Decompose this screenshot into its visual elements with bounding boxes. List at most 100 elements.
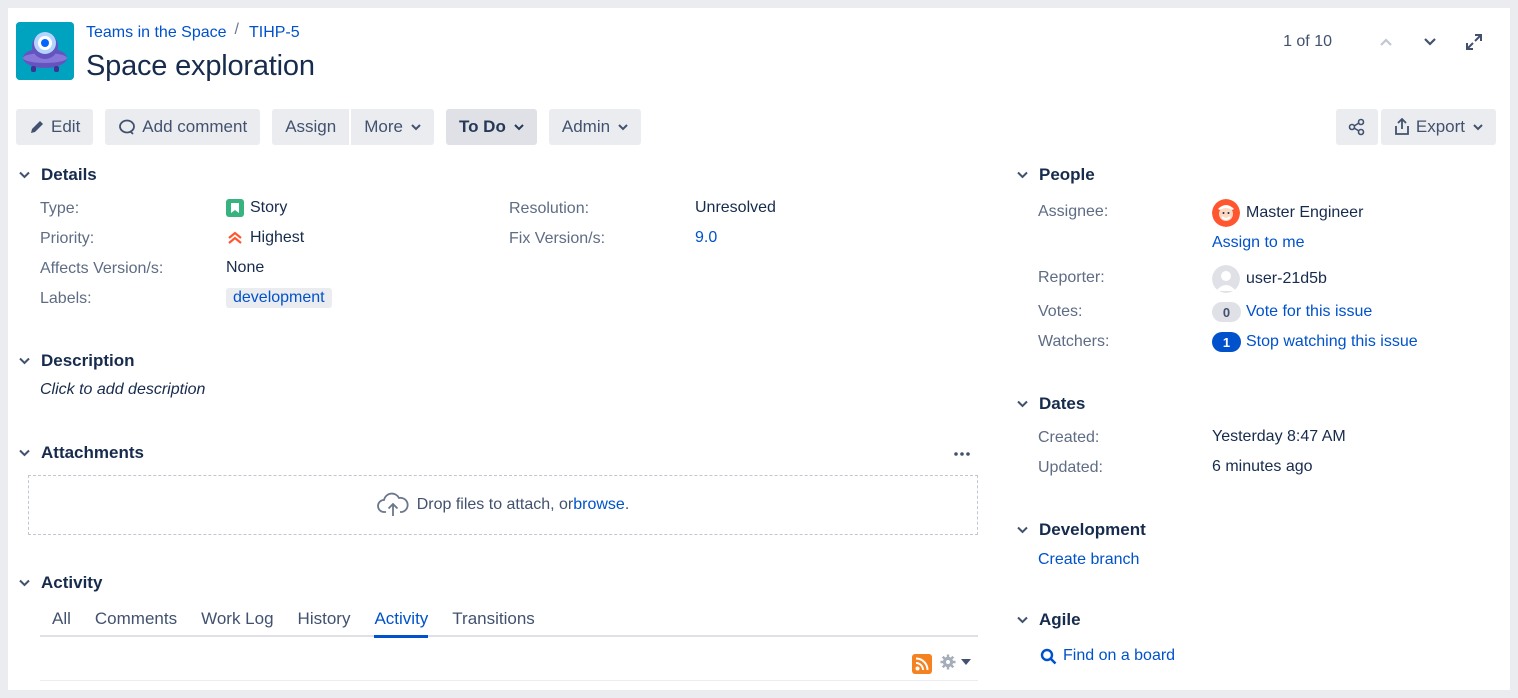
tab-comments[interactable]: Comments bbox=[95, 605, 177, 637]
people-section-toggle[interactable]: People bbox=[1014, 165, 1095, 185]
development-section-toggle[interactable]: Development bbox=[1014, 520, 1146, 540]
assignee-name: Master Engineer bbox=[1246, 204, 1364, 221]
more-button[interactable]: More bbox=[351, 109, 434, 145]
assign-button[interactable]: Assign bbox=[272, 109, 350, 145]
next-issue-button[interactable] bbox=[1414, 30, 1446, 54]
affects-version-value[interactable]: None bbox=[226, 259, 264, 277]
issue-pager: 1 of 10 bbox=[1283, 30, 1490, 54]
votes-value: 0 Vote for this issue bbox=[1212, 302, 1372, 322]
breadcrumb: Teams in the Space / TIHP-5 bbox=[86, 21, 300, 42]
priority-value[interactable]: Highest bbox=[226, 229, 304, 247]
fix-version-label: Fix Version/s: bbox=[509, 230, 606, 247]
updated-value: 6 minutes ago bbox=[1212, 458, 1313, 475]
type-value[interactable]: Story bbox=[226, 199, 287, 217]
tab-work-log[interactable]: Work Log bbox=[201, 605, 273, 637]
attachments-heading: Attachments bbox=[41, 443, 144, 462]
reporter-name: user-21d5b bbox=[1246, 270, 1327, 287]
type-value-text: Story bbox=[250, 199, 288, 216]
tab-history[interactable]: History bbox=[298, 605, 351, 637]
chevron-down-icon bbox=[16, 353, 32, 369]
description-section-toggle[interactable]: Description bbox=[16, 351, 135, 371]
breadcrumb-project-link[interactable]: Teams in the Space bbox=[86, 24, 227, 42]
reporter-value[interactable]: user-21d5b bbox=[1212, 265, 1327, 293]
status-button-label: To Do bbox=[458, 117, 506, 136]
attachments-section-toggle[interactable]: Attachments bbox=[16, 443, 144, 463]
rss-icon bbox=[912, 654, 932, 674]
add-comment-button[interactable]: Add comment bbox=[105, 109, 261, 145]
description-placeholder[interactable]: Click to add description bbox=[40, 381, 205, 399]
priority-label: Priority: bbox=[40, 230, 95, 247]
chevron-down-icon bbox=[1014, 612, 1030, 628]
assignee-avatar bbox=[1212, 199, 1240, 227]
label-tag-development[interactable]: development bbox=[226, 288, 332, 308]
browse-link[interactable]: browse bbox=[573, 496, 625, 514]
chevron-down-icon bbox=[16, 445, 32, 461]
admin-button[interactable]: Admin bbox=[548, 109, 642, 145]
votes-label: Votes: bbox=[1038, 303, 1083, 320]
expand-icon bbox=[1466, 34, 1482, 50]
admin-button-label: Admin bbox=[561, 117, 611, 136]
rss-feed-button[interactable] bbox=[912, 654, 932, 679]
activity-section-toggle[interactable]: Activity bbox=[16, 573, 102, 593]
people-heading: People bbox=[1039, 165, 1095, 184]
assignee-label: Assignee: bbox=[1038, 203, 1109, 220]
chevron-down-icon bbox=[514, 123, 524, 130]
drop-text-period: . bbox=[624, 496, 630, 513]
vote-for-issue-link[interactable]: Vote for this issue bbox=[1246, 303, 1372, 321]
priority-value-text: Highest bbox=[250, 229, 305, 246]
details-heading: Details bbox=[41, 165, 97, 184]
status-todo-button[interactable]: To Do bbox=[445, 109, 537, 145]
caret-down-icon bbox=[961, 659, 971, 665]
issue-view: Teams in the Space / TIHP-5 Space explor… bbox=[8, 8, 1510, 690]
fix-version-link[interactable]: 9.0 bbox=[695, 229, 717, 247]
edit-button[interactable]: Edit bbox=[16, 109, 94, 145]
chevron-down-icon bbox=[618, 123, 628, 130]
watchers-value: 1 Stop watching this issue bbox=[1212, 332, 1418, 352]
project-avatar[interactable] bbox=[16, 22, 74, 80]
dates-heading: Dates bbox=[1039, 394, 1086, 413]
assign-button-label: Assign bbox=[285, 117, 337, 136]
agile-heading: Agile bbox=[1039, 610, 1081, 629]
attachments-more-button[interactable] bbox=[952, 446, 972, 467]
chevron-down-icon bbox=[16, 575, 32, 591]
tab-transitions[interactable]: Transitions bbox=[452, 605, 535, 637]
chevron-up-icon bbox=[1380, 38, 1392, 46]
tab-activity[interactable]: Activity bbox=[374, 605, 429, 638]
created-value: Yesterday 8:47 AM bbox=[1212, 428, 1346, 445]
cloud-upload-icon bbox=[376, 492, 409, 516]
agile-section-toggle[interactable]: Agile bbox=[1014, 610, 1081, 630]
share-button[interactable] bbox=[1335, 109, 1378, 145]
updated-label: Updated: bbox=[1038, 459, 1103, 476]
created-label: Created: bbox=[1038, 429, 1100, 446]
issue-toolbar: Edit Add comment Assign More To Do Admin bbox=[16, 109, 642, 145]
labels-label: Labels: bbox=[40, 290, 92, 307]
details-section-toggle[interactable]: Details bbox=[16, 165, 97, 185]
previous-issue-button[interactable] bbox=[1370, 30, 1402, 54]
attachment-dropzone[interactable]: Drop files to attach, or browse . bbox=[28, 475, 978, 535]
assignee-value[interactable]: Master Engineer bbox=[1212, 199, 1363, 227]
export-button[interactable]: Export bbox=[1380, 109, 1496, 145]
create-branch-link[interactable]: Create branch bbox=[1038, 551, 1139, 569]
reporter-label: Reporter: bbox=[1038, 269, 1105, 286]
watchers-count-badge[interactable]: 1 bbox=[1212, 332, 1241, 352]
pager-count: 1 of 10 bbox=[1283, 33, 1332, 50]
tab-all[interactable]: All bbox=[52, 605, 71, 637]
toolbar-right: Export bbox=[1335, 109, 1496, 145]
dates-section-toggle[interactable]: Dates bbox=[1014, 394, 1085, 414]
stop-watching-link[interactable]: Stop watching this issue bbox=[1246, 333, 1418, 351]
breadcrumb-issue-key-link[interactable]: TIHP-5 bbox=[249, 24, 300, 42]
development-heading: Development bbox=[1039, 520, 1146, 539]
expand-view-button[interactable] bbox=[1458, 30, 1490, 54]
assign-to-me-link[interactable]: Assign to me bbox=[1212, 234, 1304, 252]
more-button-label: More bbox=[364, 117, 403, 136]
breadcrumb-separator: / bbox=[234, 21, 239, 38]
chevron-down-icon bbox=[1424, 38, 1436, 46]
find-on-board-link[interactable]: Find on a board bbox=[1040, 647, 1175, 665]
export-button-label: Export bbox=[1415, 117, 1465, 136]
resolution-value: Unresolved bbox=[695, 199, 776, 216]
page-title[interactable]: Space exploration bbox=[86, 50, 315, 83]
activity-settings-button[interactable] bbox=[940, 654, 971, 670]
chevron-down-icon bbox=[1473, 123, 1483, 130]
priority-highest-icon bbox=[228, 231, 242, 244]
reporter-avatar bbox=[1212, 265, 1240, 293]
